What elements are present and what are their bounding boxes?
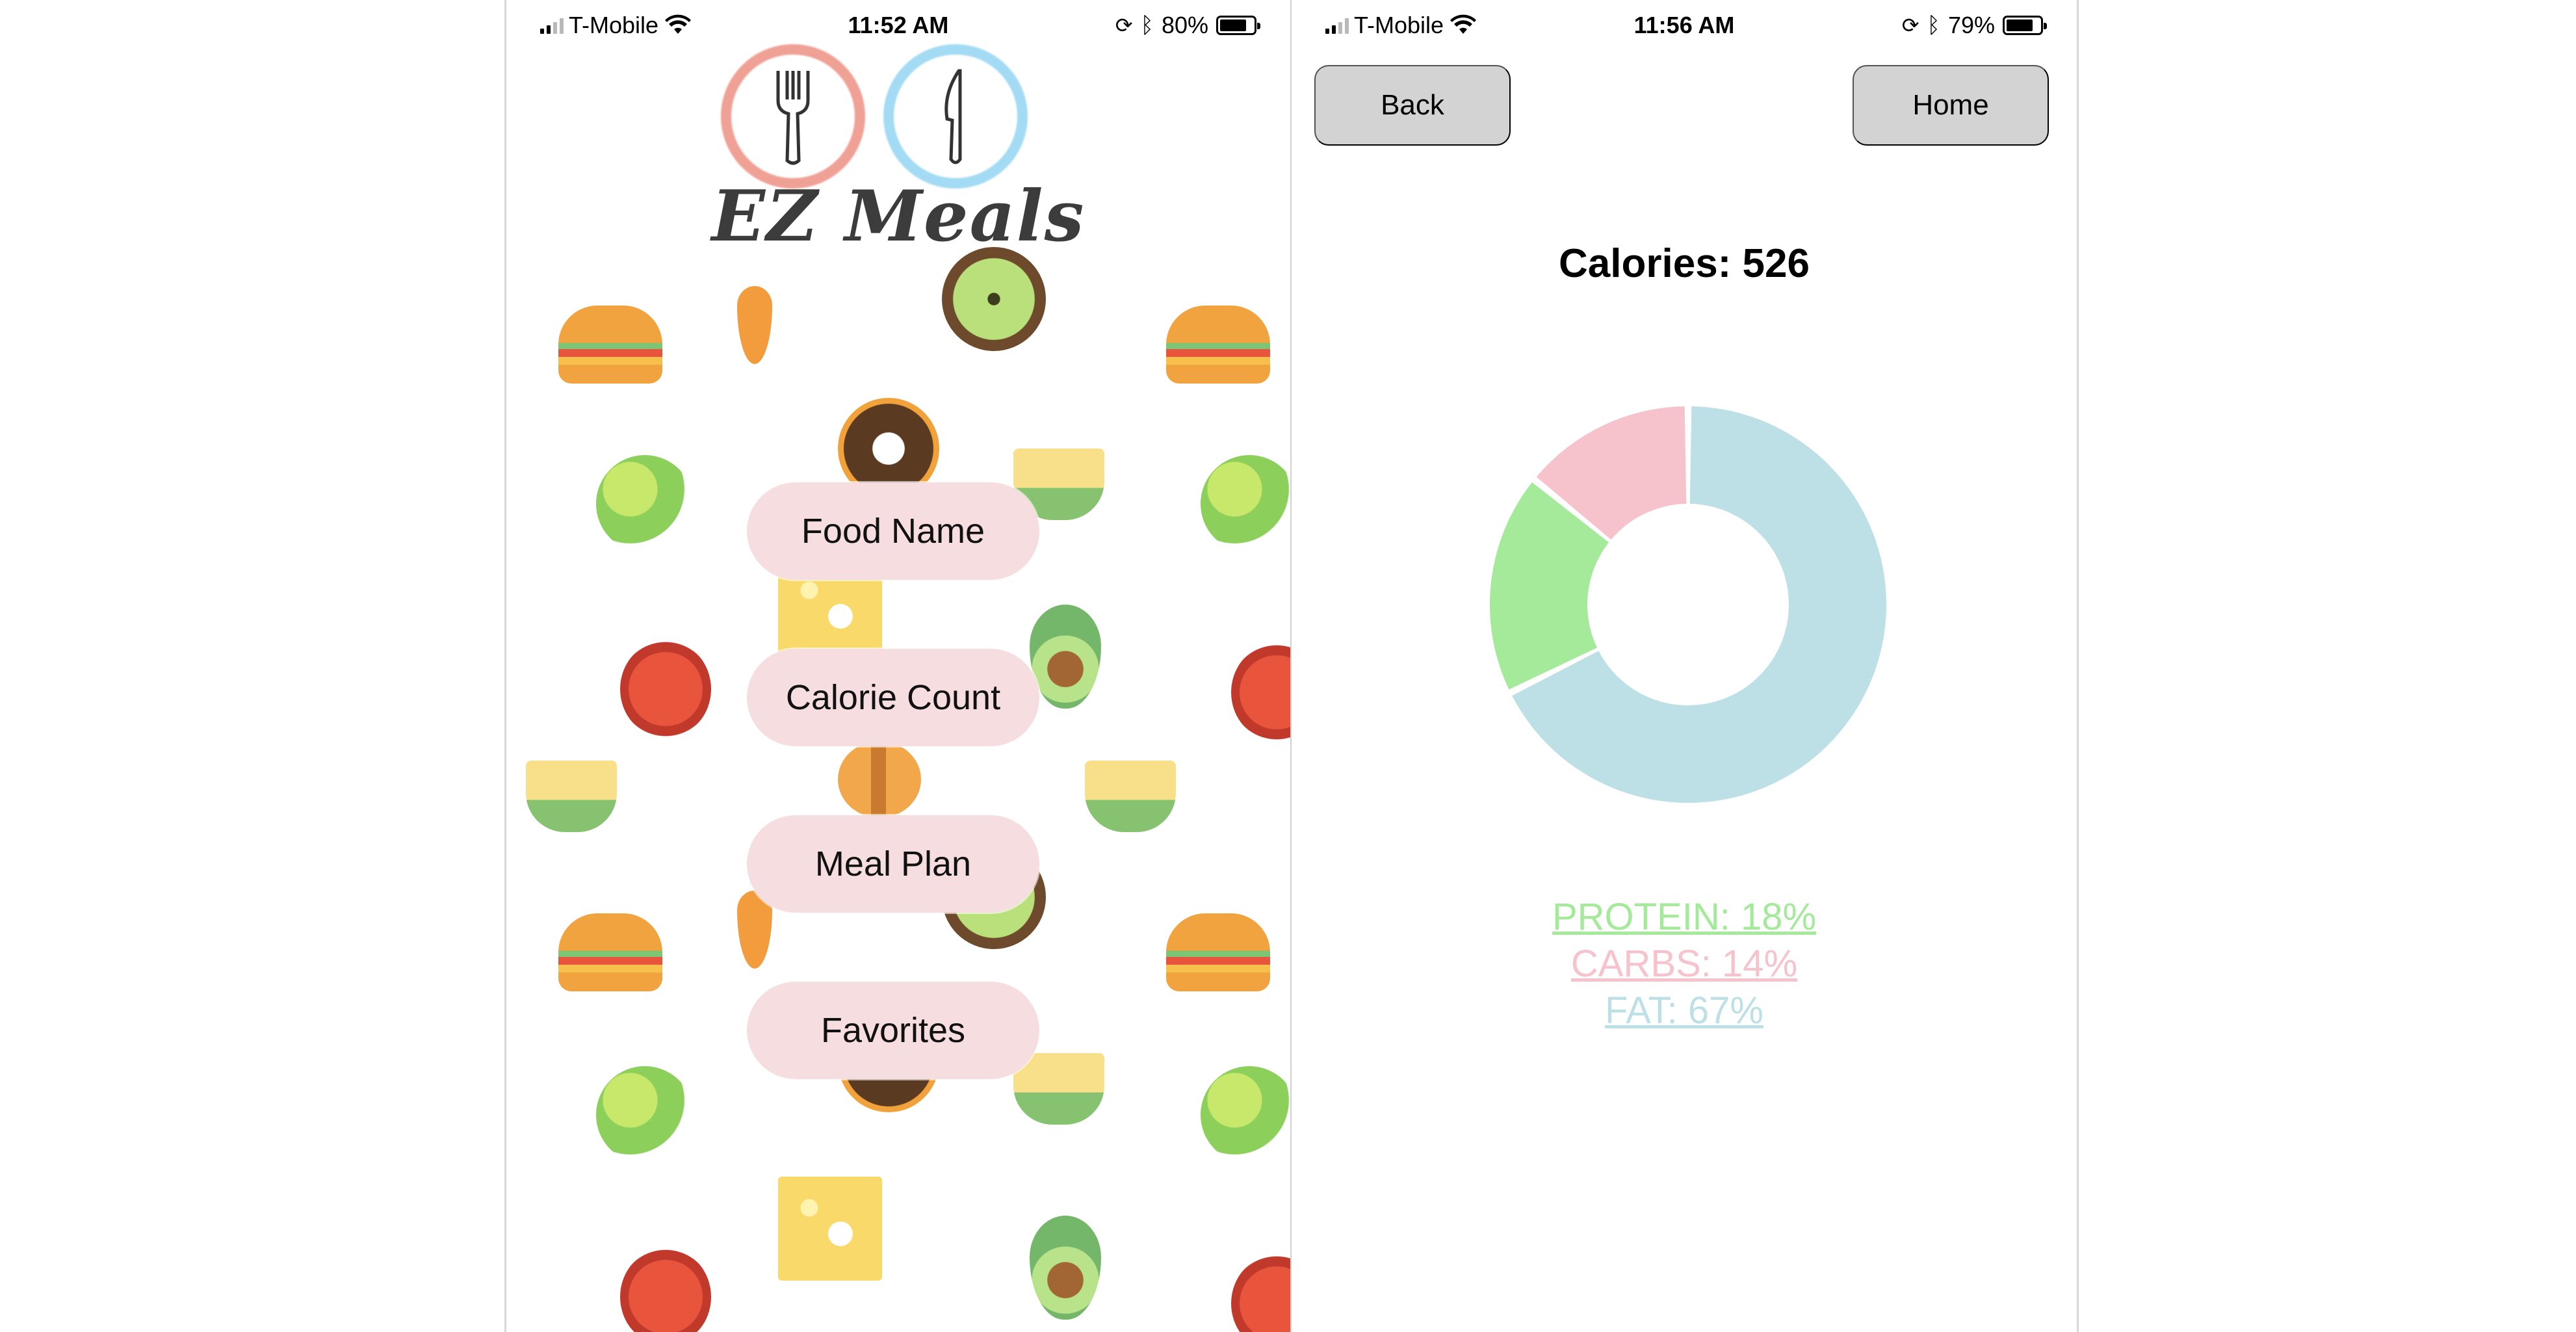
burger-icon bbox=[558, 306, 662, 384]
broccoli-icon bbox=[1201, 1066, 1290, 1164]
raspberry-icon bbox=[1231, 1255, 1290, 1332]
burger-icon bbox=[558, 913, 662, 991]
status-right: ⟳ ᛒ 79% bbox=[1901, 12, 2047, 39]
cheese-icon bbox=[778, 1177, 882, 1281]
calorie-count-button[interactable]: Calorie Count bbox=[747, 649, 1039, 746]
logo-text: EZ Meals bbox=[711, 176, 1086, 257]
meal-plan-button[interactable]: Meal Plan bbox=[747, 815, 1039, 913]
bluetooth-icon: ᛒ bbox=[1927, 12, 1940, 38]
nutrition-screen: T-Mobile 11:56 AM ⟳ ᛒ 79% Back Home Calo… bbox=[1292, 0, 2079, 1332]
macro-donut-chart bbox=[1490, 406, 1886, 803]
orientation-lock-icon: ⟳ bbox=[1115, 14, 1133, 37]
battery-percent: 80% bbox=[1161, 12, 1208, 38]
raspberry-icon bbox=[620, 1248, 711, 1332]
legend-carbs[interactable]: CARBS: 14% bbox=[1292, 941, 2077, 987]
noodle-bowl-icon bbox=[1013, 1053, 1104, 1125]
status-bar: T-Mobile 11:56 AM ⟳ ᛒ 79% bbox=[1292, 0, 2077, 52]
legend-fat[interactable]: FAT: 67% bbox=[1292, 987, 2077, 1034]
avocado-icon bbox=[1030, 1216, 1101, 1320]
noodle-bowl-icon bbox=[1085, 761, 1176, 832]
favorites-button[interactable]: Favorites bbox=[747, 982, 1039, 1079]
knife-icon bbox=[944, 69, 962, 164]
avocado-icon bbox=[1030, 605, 1101, 709]
home-screen: T-Mobile 11:52 AM ⟳ ᛒ 80% EZ Meals Food … bbox=[504, 0, 1292, 1332]
status-right: ⟳ ᛒ 80% bbox=[1115, 12, 1260, 39]
legend-protein[interactable]: PROTEIN: 18% bbox=[1292, 894, 2077, 941]
raspberry-icon bbox=[1231, 644, 1290, 741]
calories-heading: Calories: 526 bbox=[1559, 241, 1810, 286]
battery-icon bbox=[1216, 16, 1260, 35]
macro-legend: PROTEIN: 18% CARBS: 14% FAT: 67% bbox=[1292, 894, 2077, 1034]
app-logo: EZ Meals bbox=[506, 39, 1290, 260]
noodle-bowl-icon bbox=[526, 761, 617, 832]
battery-icon bbox=[2003, 16, 2047, 35]
battery-percent: 79% bbox=[1947, 12, 1995, 38]
bluetooth-icon: ᛒ bbox=[1140, 12, 1154, 38]
home-button[interactable]: Home bbox=[1853, 65, 2049, 146]
broccoli-icon bbox=[596, 455, 694, 553]
kiwi-icon bbox=[942, 247, 1046, 351]
food-name-button[interactable]: Food Name bbox=[747, 482, 1039, 580]
raspberry-icon bbox=[620, 640, 711, 738]
burger-icon bbox=[1166, 306, 1270, 384]
orientation-lock-icon: ⟳ bbox=[1901, 14, 1919, 37]
burger-icon bbox=[1166, 913, 1270, 991]
carrot-icon bbox=[737, 286, 772, 364]
orange-icon bbox=[838, 741, 921, 818]
broccoli-icon bbox=[596, 1066, 694, 1164]
fork-icon bbox=[776, 71, 810, 165]
back-button[interactable]: Back bbox=[1314, 65, 1511, 146]
broccoli-icon bbox=[1201, 455, 1290, 553]
